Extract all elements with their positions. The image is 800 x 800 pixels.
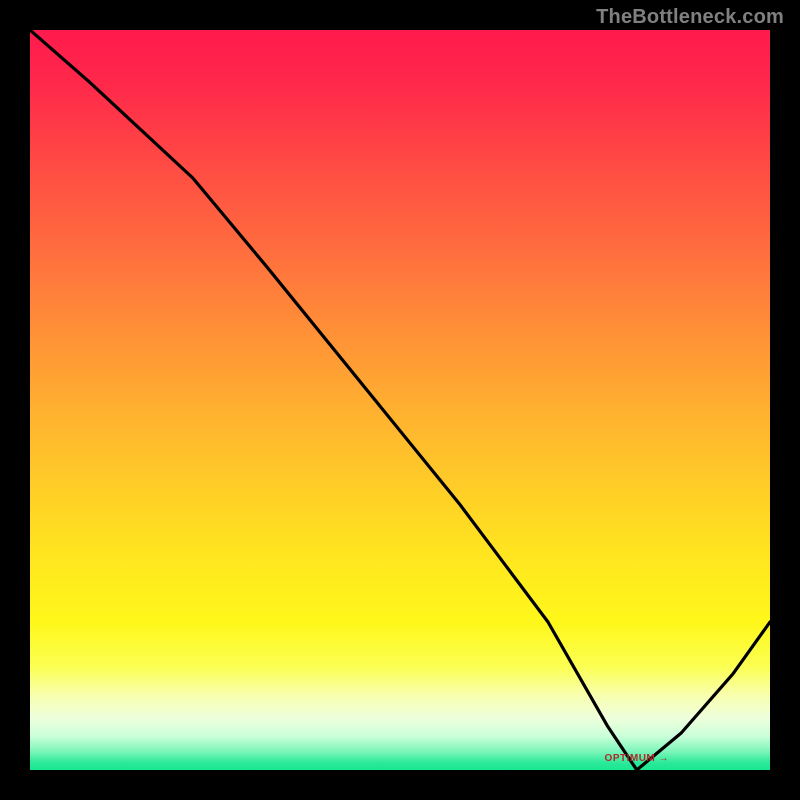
chart-stage: TheBottleneck.com OPTIMUM → <box>0 0 800 800</box>
plot-area: OPTIMUM → <box>30 30 770 770</box>
watermark-text: TheBottleneck.com <box>596 6 784 29</box>
optimum-marker-label: OPTIMUM → <box>605 753 670 764</box>
bottleneck-curve-line <box>30 30 770 770</box>
bottleneck-line-chart <box>30 30 770 770</box>
